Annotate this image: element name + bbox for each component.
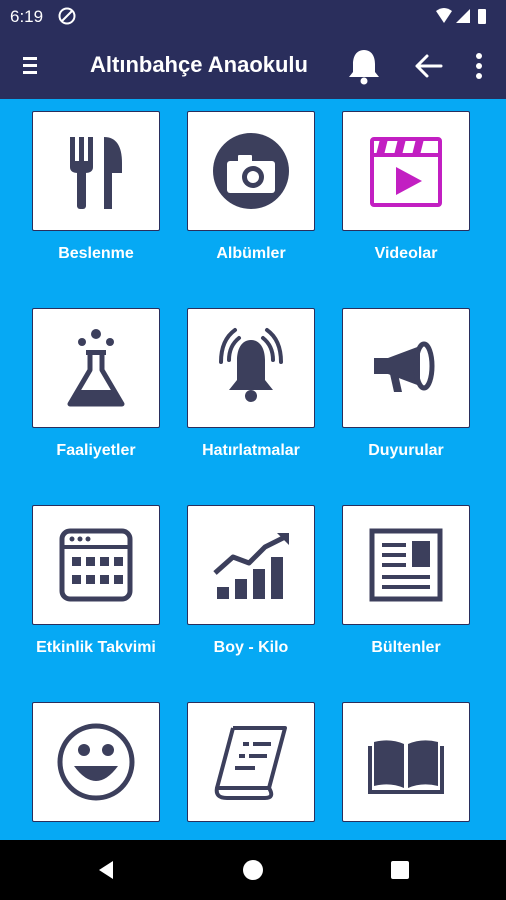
tile-card[interactable]	[32, 308, 160, 428]
tile-label: Boy - Kilo	[213, 639, 289, 656]
tile-etkinlik-takvimi[interactable]: Etkinlik Takvimi	[32, 505, 160, 657]
tile-card[interactable]	[342, 505, 470, 625]
tile-card[interactable]	[32, 505, 160, 625]
scroll-icon	[214, 726, 287, 800]
calendar-icon	[59, 528, 133, 602]
nav-back-icon[interactable]	[94, 858, 118, 882]
wifi-icon	[436, 8, 452, 23]
tile-card[interactable]	[187, 308, 315, 428]
page-title: Altınbahçe Anaokulu	[90, 52, 308, 77]
tile-label: Duyurular	[368, 442, 444, 459]
do-not-disturb-icon	[58, 7, 76, 25]
tile-label: Hatırlatmalar	[202, 442, 300, 459]
tile-book[interactable]	[342, 702, 470, 836]
tile-bultenler[interactable]: Bültenler	[342, 505, 470, 657]
tile-card[interactable]	[187, 505, 315, 625]
menu-grid: Beslenme Albümler Videolar Faaliyetler H…	[0, 99, 506, 840]
back-arrow-icon[interactable]	[412, 50, 444, 82]
tile-label: Albümler	[216, 245, 286, 262]
tile-smiley[interactable]	[32, 702, 160, 836]
megaphone-icon	[374, 341, 435, 392]
tile-card[interactable]	[32, 702, 160, 822]
alarm-bell-icon	[219, 328, 283, 402]
tile-card[interactable]	[187, 111, 315, 231]
tile-card[interactable]	[342, 111, 470, 231]
tile-label: Etkinlik Takvimi	[36, 639, 156, 656]
status-bar: 6:19	[0, 0, 506, 33]
tile-card[interactable]	[342, 308, 470, 428]
tile-beslenme[interactable]: Beslenme	[32, 111, 160, 263]
tile-faaliyetler[interactable]: Faaliyetler	[32, 308, 160, 460]
tile-label: Beslenme	[58, 245, 134, 262]
video-clapper-icon	[370, 137, 442, 207]
tile-albumler[interactable]: Albümler	[187, 111, 315, 263]
tile-boy-kilo[interactable]: Boy - Kilo	[187, 505, 315, 657]
nav-home-icon[interactable]	[241, 858, 265, 882]
tile-videolar[interactable]: Videolar	[342, 111, 470, 263]
camera-icon	[213, 133, 289, 209]
tile-card[interactable]	[32, 111, 160, 231]
newsletter-icon	[369, 528, 443, 602]
growth-chart-icon	[213, 533, 289, 599]
flask-icon	[67, 329, 125, 407]
tile-label: Faaliyetler	[56, 442, 136, 459]
tile-hatirlatmalar[interactable]: Hatırlatmalar	[187, 308, 315, 460]
fork-knife-icon	[70, 137, 122, 209]
notifications-bell-icon[interactable]	[346, 47, 382, 85]
tile-card[interactable]	[187, 702, 315, 822]
battery-icon	[478, 9, 486, 24]
smiley-icon	[57, 723, 135, 801]
tile-label: Videolar	[374, 245, 438, 262]
system-status-icons	[436, 8, 486, 24]
tile-scroll[interactable]	[187, 702, 315, 836]
book-icon	[368, 740, 444, 794]
status-time: 6:19	[10, 7, 44, 26]
navigation-bar	[0, 840, 506, 900]
signal-icon	[456, 9, 470, 23]
tile-label: Bültenler	[371, 639, 441, 656]
menu-icon[interactable]	[22, 55, 40, 77]
nav-recents-icon[interactable]	[388, 858, 412, 882]
tile-duyurular[interactable]: Duyurular	[342, 308, 470, 460]
app-bar: Altınbahçe Anaokulu	[0, 33, 506, 99]
tile-card[interactable]	[342, 702, 470, 822]
more-options-icon[interactable]	[474, 51, 484, 81]
